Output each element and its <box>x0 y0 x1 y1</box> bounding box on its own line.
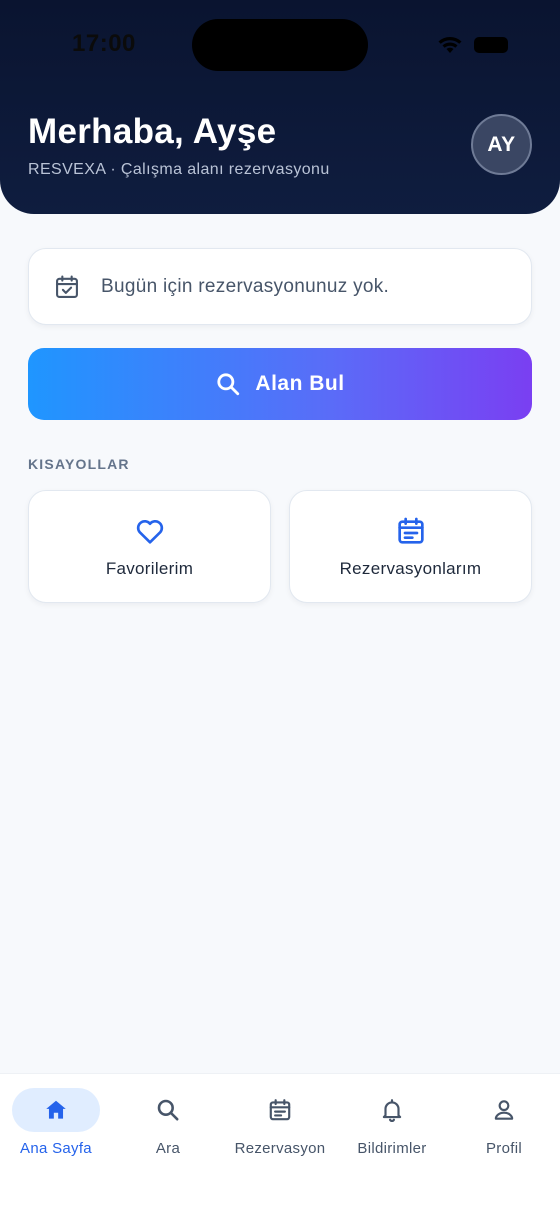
tab-profile-label: Profil <box>486 1140 522 1157</box>
tab-profile[interactable]: Profil <box>448 1088 560 1168</box>
shortcut-reservations-label: Rezervasyonlarım <box>339 558 482 578</box>
find-space-button[interactable]: Alan Bul <box>28 348 532 420</box>
status-time: 17:00 <box>72 30 136 57</box>
tab-search-label: Ara <box>155 1140 181 1157</box>
greeting-title: Merhaba, Ayşe <box>28 112 277 151</box>
search-icon <box>217 373 240 396</box>
shortcut-favorites[interactable]: Favorilerim <box>28 490 271 603</box>
wifi-icon <box>438 37 462 53</box>
tab-search[interactable]: Ara <box>112 1088 224 1168</box>
dynamic-island <box>192 19 368 71</box>
shortcut-reservations[interactable]: Rezervasyonlarım <box>289 490 532 603</box>
today-message: Bugün için rezervasyonunuz yok. <box>101 275 390 297</box>
shortcut-favorites-label: Favorilerim <box>105 558 194 578</box>
header-subtitle: RESVEXA · Çalışma alanı rezervasyonu <box>28 161 330 178</box>
tab-notifications-label: Bildirimler <box>357 1140 427 1157</box>
battery-icon <box>474 37 508 53</box>
avatar[interactable]: AY <box>471 114 532 175</box>
find-space-label: Alan Bul <box>255 372 345 395</box>
calendar-list-icon <box>269 1099 291 1121</box>
shortcuts-title: KISAYOLLAR <box>28 456 130 472</box>
tab-home[interactable]: Ana Sayfa <box>0 1088 112 1168</box>
header: 17:00 Merhaba, Ayşe RESVEXA · Çalışma al… <box>0 0 560 214</box>
tab-reservation[interactable]: Rezervasyon <box>224 1088 336 1168</box>
tab-reservation-label: Rezervasyon <box>234 1140 326 1157</box>
person-icon <box>494 1100 514 1120</box>
calendar-check-icon <box>56 274 78 298</box>
bottom-tab-bar: Ana Sayfa Ara Rezervasyon Bildirimler Pr… <box>0 1073 560 1217</box>
bell-icon <box>382 1099 402 1123</box>
calendar-list-icon <box>397 517 424 544</box>
today-reservation-card: Bugün için rezervasyonunuz yok. <box>28 248 532 325</box>
search-icon <box>157 1099 179 1121</box>
tab-home-label: Ana Sayfa <box>20 1140 92 1157</box>
heart-icon <box>136 519 163 544</box>
tab-notifications[interactable]: Bildirimler <box>336 1088 448 1168</box>
home-icon <box>46 1100 66 1119</box>
